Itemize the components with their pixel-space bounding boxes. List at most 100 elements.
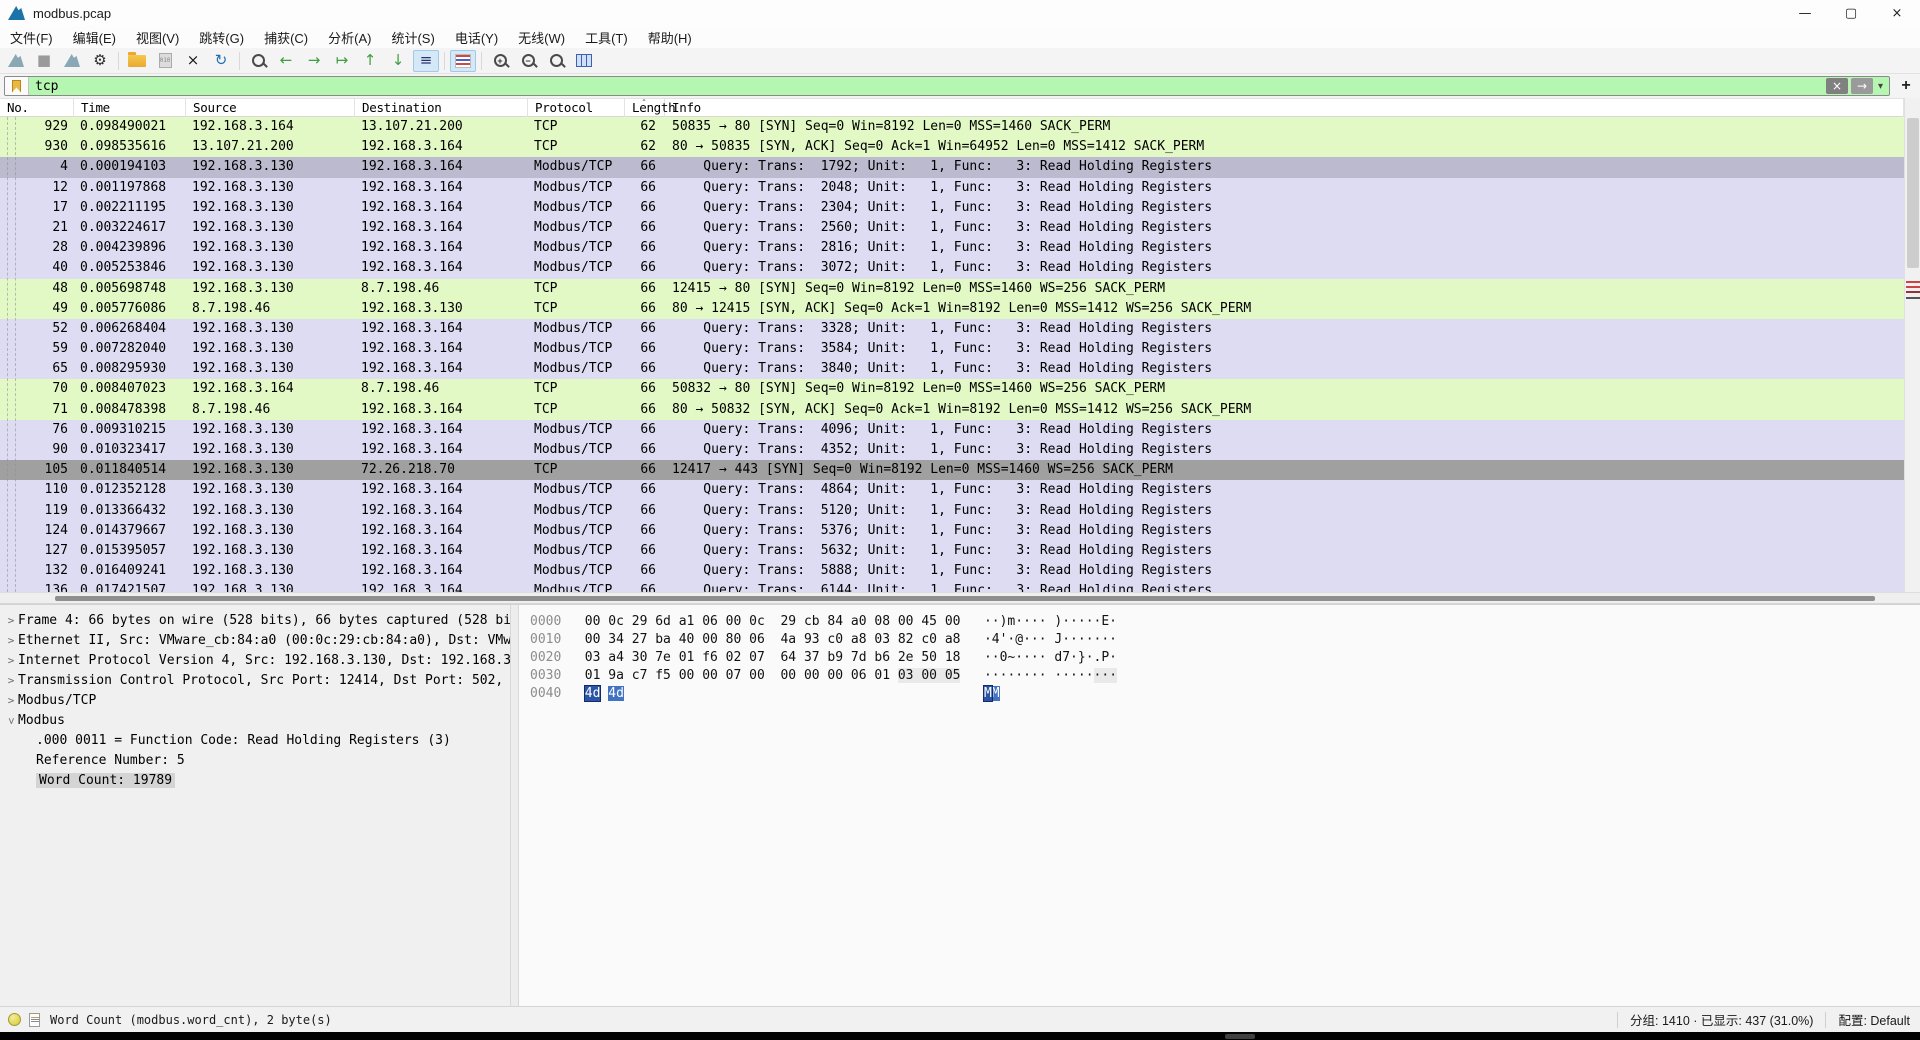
detail-row[interactable]: >Frame 4: 66 bytes on wire (528 bits), 6…: [0, 611, 510, 631]
packet-row[interactable]: 710.0084783988.7.198.46192.168.3.164TCP6…: [0, 400, 1904, 420]
packet-list-vertical-scrollbar[interactable]: [1904, 98, 1920, 592]
column-header-protocol[interactable]: Protocol: [528, 99, 625, 117]
menu-item-capture[interactable]: 捕获(C): [254, 26, 318, 49]
packet-row[interactable]: 1360.017421507192.168.3.130192.168.3.164…: [0, 581, 1904, 592]
hex-line[interactable]: 0000 00 0c 29 6d a1 06 00 0c 29 cb 84 a0…: [530, 613, 1920, 631]
filter-bookmark-button[interactable]: [5, 77, 29, 95]
packet-list-horizontal-scrollbar[interactable]: [0, 592, 1920, 604]
column-header-destination[interactable]: Destination: [355, 99, 528, 117]
maximize-button[interactable]: ▢: [1828, 0, 1874, 26]
scrollbar-thumb[interactable]: [55, 596, 1875, 601]
menu-item-statistics[interactable]: 统计(S): [381, 26, 444, 49]
open-file-button[interactable]: [124, 50, 150, 72]
apply-filter-button[interactable]: →: [1851, 78, 1873, 94]
packet-row[interactable]: 650.008295930192.168.3.130192.168.3.164M…: [0, 359, 1904, 379]
restart-capture-button[interactable]: [59, 50, 85, 72]
expert-info-icon[interactable]: [8, 1013, 21, 1026]
menu-item-edit[interactable]: 编辑(E): [63, 26, 126, 49]
hex-line[interactable]: 0010 00 34 27 ba 40 00 80 06 4a 93 c0 a8…: [530, 631, 1920, 649]
column-header-info[interactable]: Info: [665, 99, 1904, 117]
packet-row[interactable]: 120.001197868192.168.3.130192.168.3.164M…: [0, 178, 1904, 198]
reload-button[interactable]: ↻: [208, 50, 234, 72]
auto-scroll-button[interactable]: ≡: [413, 50, 439, 72]
packet-row[interactable]: 900.010323417192.168.3.130192.168.3.164M…: [0, 440, 1904, 460]
column-header-time[interactable]: Time: [74, 99, 186, 117]
packet-row[interactable]: 760.009310215192.168.3.130192.168.3.164M…: [0, 420, 1904, 440]
go-back-button[interactable]: ←: [273, 50, 299, 72]
minimize-button[interactable]: —: [1782, 0, 1828, 26]
packet-row[interactable]: 9300.09853561613.107.21.200192.168.3.164…: [0, 137, 1904, 157]
menu-item-wireless[interactable]: 无线(W): [508, 26, 575, 49]
zoom-reset-button[interactable]: [543, 50, 569, 72]
resize-columns-button[interactable]: [571, 50, 597, 72]
start-capture-button[interactable]: [3, 50, 29, 72]
expander-icon[interactable]: >: [4, 671, 18, 691]
packet-row[interactable]: 210.003224617192.168.3.130192.168.3.164M…: [0, 218, 1904, 238]
menu-item-view[interactable]: 视图(V): [126, 26, 189, 49]
packet-row[interactable]: 1320.016409241192.168.3.130192.168.3.164…: [0, 561, 1904, 581]
packet-row[interactable]: 1240.014379667192.168.3.130192.168.3.164…: [0, 521, 1904, 541]
go-first-button[interactable]: ↑: [357, 50, 383, 72]
packet-row[interactable]: 490.0057760868.7.198.46192.168.3.130TCP6…: [0, 299, 1904, 319]
menu-item-telephony[interactable]: 电话(Y): [445, 26, 508, 49]
expander-icon[interactable]: >: [4, 691, 18, 711]
column-header-source[interactable]: Source: [186, 99, 355, 117]
zoom-in-button[interactable]: +: [487, 50, 513, 72]
hex-line[interactable]: 0040 4d 4d MM: [530, 685, 1920, 703]
packet-row[interactable]: 700.008407023192.168.3.1648.7.198.46TCP6…: [0, 379, 1904, 399]
menu-item-go[interactable]: 跳转(G): [189, 26, 254, 49]
go-forward-button[interactable]: →: [301, 50, 327, 72]
add-filter-button[interactable]: +: [1896, 77, 1916, 95]
detail-row[interactable]: Reference Number: 5: [0, 751, 510, 771]
packet-row[interactable]: 9290.098490021192.168.3.16413.107.21.200…: [0, 117, 1904, 137]
expander-icon[interactable]: >: [4, 631, 18, 651]
find-packet-button[interactable]: [245, 50, 271, 72]
go-to-packet-button[interactable]: ↦: [329, 50, 355, 72]
menu-item-analyze[interactable]: 分析(A): [318, 26, 381, 49]
packet-row[interactable]: 1100.012352128192.168.3.130192.168.3.164…: [0, 480, 1904, 500]
clear-filter-button[interactable]: ×: [1826, 78, 1848, 94]
packet-row[interactable]: 40.000194103192.168.3.130192.168.3.164Mo…: [0, 157, 1904, 177]
packet-row[interactable]: 1270.015395057192.168.3.130192.168.3.164…: [0, 541, 1904, 561]
packet-row[interactable]: 1190.013366432192.168.3.130192.168.3.164…: [0, 501, 1904, 521]
expander-icon[interactable]: >: [4, 651, 18, 671]
detail-row[interactable]: >Modbus/TCP: [0, 691, 510, 711]
packet-row[interactable]: 280.004239896192.168.3.130192.168.3.164M…: [0, 238, 1904, 258]
stop-capture-button[interactable]: ■: [31, 50, 57, 72]
menu-item-file[interactable]: 文件(F): [0, 26, 63, 49]
menu-item-tools[interactable]: 工具(T): [575, 26, 638, 49]
hex-line[interactable]: 0030 01 9a c7 f5 00 00 07 00 00 00 00 06…: [530, 667, 1920, 685]
column-header-no[interactable]: No.: [0, 99, 74, 117]
close-button[interactable]: ×: [1874, 0, 1920, 26]
packet-row[interactable]: 590.007282040192.168.3.130192.168.3.164M…: [0, 339, 1904, 359]
hex-line[interactable]: 0020 03 a4 30 7e 01 f6 02 07 64 37 b9 7d…: [530, 649, 1920, 667]
expander-icon[interactable]: >: [4, 611, 18, 631]
detail-row[interactable]: >Ethernet II, Src: VMware_cb:84:a0 (00:0…: [0, 631, 510, 651]
packet-row[interactable]: 480.005698748192.168.3.1308.7.198.46TCP6…: [0, 279, 1904, 299]
scrollbar-thumb[interactable]: [1907, 118, 1919, 268]
display-filter-input[interactable]: tcp × → ▾: [4, 76, 1890, 96]
profile-status[interactable]: 配置: Default: [1838, 1010, 1910, 1029]
packet-row[interactable]: 1050.011840514192.168.3.13072.26.218.70T…: [0, 460, 1904, 480]
capture-comment-icon[interactable]: [29, 1013, 40, 1027]
capture-options-button[interactable]: ⚙: [87, 50, 113, 72]
packet-row[interactable]: 400.005253846192.168.3.130192.168.3.164M…: [0, 258, 1904, 278]
detail-row[interactable]: >Modbus: [0, 711, 510, 731]
zoom-out-button[interactable]: −: [515, 50, 541, 72]
detail-row[interactable]: Word Count: 19789: [0, 771, 510, 791]
colorize-button[interactable]: [450, 50, 476, 72]
save-file-button[interactable]: 010: [152, 50, 178, 72]
detail-row[interactable]: .000 0011 = Function Code: Read Holding …: [0, 731, 510, 751]
detail-row[interactable]: >Transmission Control Protocol, Src Port…: [0, 671, 510, 691]
column-header-length[interactable]: Lengthˆ: [625, 99, 665, 117]
packet-row[interactable]: 170.002211195192.168.3.130192.168.3.164M…: [0, 198, 1904, 218]
pane-splitter[interactable]: [510, 604, 519, 1006]
go-last-button[interactable]: ↓: [385, 50, 411, 72]
packet-row[interactable]: 520.006268404192.168.3.130192.168.3.164M…: [0, 319, 1904, 339]
expander-icon[interactable]: >: [1, 714, 21, 728]
close-file-button[interactable]: ×: [180, 50, 206, 72]
menu-item-help[interactable]: 帮助(H): [638, 26, 702, 49]
filter-dropdown-caret-icon[interactable]: ▾: [1878, 81, 1883, 92]
filter-text[interactable]: tcp: [35, 79, 58, 94]
detail-row[interactable]: >Internet Protocol Version 4, Src: 192.1…: [0, 651, 510, 671]
